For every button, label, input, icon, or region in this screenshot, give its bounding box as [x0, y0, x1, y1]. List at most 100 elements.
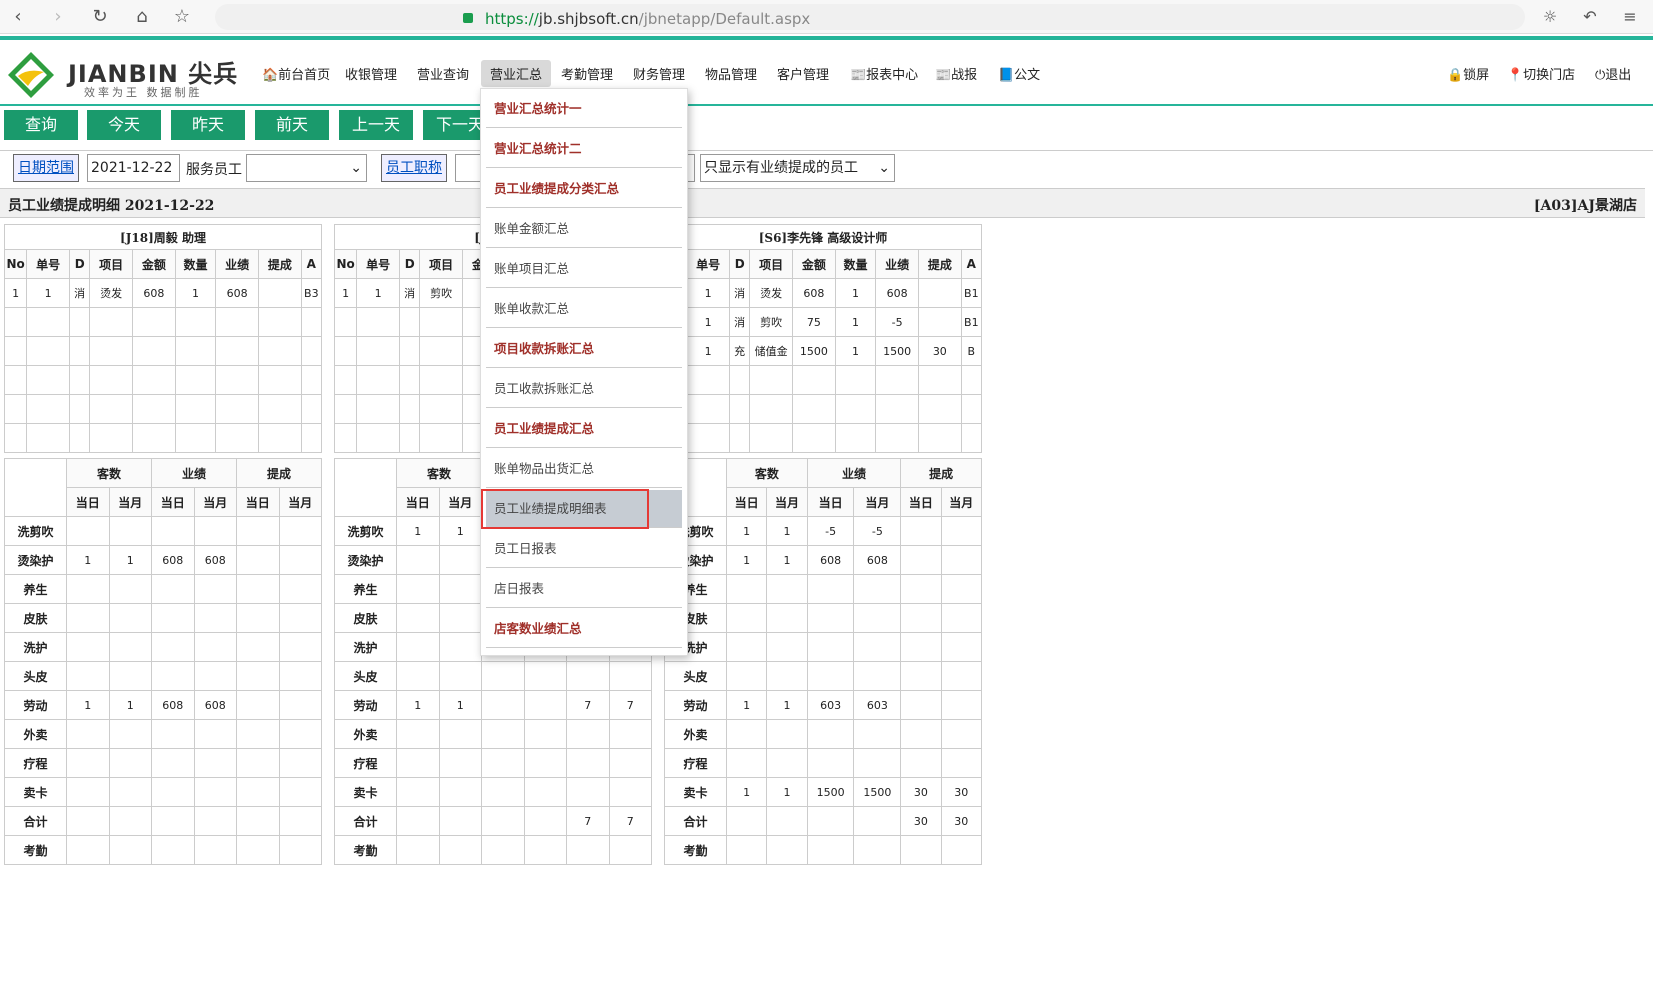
- detail-cell: [215, 365, 259, 395]
- detail-cell: B1: [960, 278, 983, 308]
- row-label: 合计: [4, 806, 67, 836]
- summary-cell: [66, 777, 110, 807]
- dropdown-item-8[interactable]: 员工业绩提成汇总: [486, 410, 682, 448]
- summary-cell: [608, 835, 652, 865]
- summary-cell: [108, 661, 152, 691]
- summary-cell: [940, 690, 983, 720]
- date-field[interactable]: 2021-12-22: [87, 154, 180, 182]
- settings-sun-icon[interactable]: ☼: [1540, 7, 1560, 27]
- dropdown-item-11[interactable]: 员工日报表: [486, 530, 682, 568]
- summary-cell: [66, 632, 110, 662]
- summary-cell: [66, 516, 110, 546]
- date-range-link[interactable]: 日期范围: [13, 154, 79, 182]
- summary-cell: [438, 719, 482, 749]
- dropdown-item-9[interactable]: 账单物品出货汇总: [486, 450, 682, 488]
- summary-cell: [236, 748, 280, 778]
- detail-cell: [419, 336, 463, 366]
- summary-cell: [900, 603, 942, 633]
- nav-item-2[interactable]: 营业查询: [417, 64, 469, 83]
- dropdown-item-2[interactable]: 员工业绩提成分类汇总: [486, 170, 682, 208]
- home-icon[interactable]: ⌂: [132, 7, 152, 27]
- summary-cell: [900, 545, 942, 575]
- nav-item-7[interactable]: 客户管理: [777, 64, 829, 83]
- toolbar-button-4[interactable]: 上一天: [339, 110, 413, 140]
- summary-cell: 1: [66, 545, 110, 575]
- brand-logo-icon: [8, 52, 54, 98]
- detail-cell: [333, 394, 358, 424]
- nav-item-8[interactable]: 📰报表中心: [850, 64, 918, 83]
- summary-cell: [236, 632, 280, 662]
- back-icon[interactable]: ‹: [8, 7, 28, 27]
- table-row: 考勤: [664, 835, 983, 865]
- detail-cell: [69, 365, 91, 395]
- nav-item-9[interactable]: 📰战报: [935, 64, 977, 83]
- detail-cell: 75: [792, 307, 836, 337]
- summary-cell: 1: [108, 690, 152, 720]
- menu-icon[interactable]: ≡: [1620, 7, 1640, 27]
- nav-item-6[interactable]: 物品管理: [705, 64, 757, 83]
- dropdown-item-1[interactable]: 营业汇总统计二: [486, 130, 682, 168]
- forward-icon[interactable]: ›: [48, 7, 68, 27]
- summary-cell: [108, 835, 152, 865]
- summary-cell: [608, 719, 652, 749]
- dropdown-item-6[interactable]: 项目收款拆账汇总: [486, 330, 682, 368]
- address-bar[interactable]: https://jb.shjbsoft.cn/jbnetapp/Default.…: [215, 4, 1525, 30]
- dropdown-item-5[interactable]: 账单收款汇总: [486, 290, 682, 328]
- summary-sub-header: 当月: [853, 487, 902, 517]
- detail-cell: [69, 394, 91, 424]
- table-row: [663, 423, 983, 453]
- row-label: 养生: [4, 574, 67, 604]
- summary-group-header: 提成: [236, 458, 322, 488]
- app-header: JIANBIN 尖兵 效率为王 数据制胜 🏠前台首页 收银管理 营业查询 营业汇总 考勤…: [0, 36, 1653, 106]
- summary-cell: 1: [108, 545, 152, 575]
- summary-cell: [806, 748, 855, 778]
- detail-cell: [686, 394, 731, 424]
- star-icon[interactable]: ☆: [172, 7, 192, 27]
- summary-cell: [853, 661, 902, 691]
- row-label: 考勤: [4, 835, 67, 865]
- undo-icon[interactable]: ↶: [1580, 7, 1600, 27]
- detail-cell: 1: [834, 336, 877, 366]
- toolbar-button-1[interactable]: 今天: [87, 110, 161, 140]
- dropdown-item-13[interactable]: 店客数业绩汇总: [486, 610, 682, 648]
- reload-icon[interactable]: ↻: [90, 7, 110, 27]
- summary-cell: [940, 661, 983, 691]
- nav-item-1[interactable]: 收银管理: [345, 64, 397, 83]
- summary-cell: [853, 748, 902, 778]
- detail-header: 金额: [132, 249, 176, 279]
- nav-item-4[interactable]: 考勤管理: [561, 64, 613, 83]
- summary-cell: [278, 719, 322, 749]
- nav-item-0[interactable]: 🏠前台首页: [262, 64, 330, 83]
- dropdown-item-12[interactable]: 店日报表: [486, 570, 682, 608]
- only-show-select[interactable]: 只显示有业绩提成的员工 ⌄: [700, 154, 895, 182]
- dropdown-item-4[interactable]: 账单项目汇总: [486, 250, 682, 288]
- toolbar-button-3[interactable]: 前天: [255, 110, 329, 140]
- nav-item-3[interactable]: 营业汇总: [481, 60, 552, 87]
- nav-right-0[interactable]: 🔒锁屏: [1447, 64, 1489, 83]
- nav-right-1[interactable]: 📍切换门店: [1507, 64, 1575, 83]
- detail-cell: 剪吹: [749, 307, 793, 337]
- summary-cell: [900, 516, 942, 546]
- row-label: 卖卡: [334, 777, 397, 807]
- summary-cell: [438, 806, 482, 836]
- table-row: 1 1 消烫发 608 1 608 B3: [3, 278, 323, 308]
- summary-cell: [236, 603, 280, 633]
- toolbar-button-2[interactable]: 昨天: [171, 110, 245, 140]
- nav-item-5[interactable]: 财务管理: [633, 64, 685, 83]
- summary-sub-header: 当月: [766, 487, 808, 517]
- dropdown-item-3[interactable]: 账单金额汇总: [486, 210, 682, 248]
- detail-cell: [257, 365, 302, 395]
- summary-cell: [396, 661, 440, 691]
- nav-right-2[interactable]: ⏻退出: [1595, 64, 1631, 83]
- dropdown-item-7[interactable]: 员工收款拆账汇总: [486, 370, 682, 408]
- summary-cell: [853, 574, 902, 604]
- nav-item-10[interactable]: 📘公文: [998, 64, 1040, 83]
- staff-select[interactable]: ⌄: [246, 154, 367, 182]
- dropdown-item-0[interactable]: 营业汇总统计一: [486, 90, 682, 128]
- detail-header: 数量: [174, 249, 217, 279]
- staff-title-link[interactable]: 员工职称: [381, 154, 447, 182]
- summary-sub-header: 当日: [66, 487, 110, 517]
- toolbar-button-0[interactable]: 查询: [4, 110, 78, 140]
- summary-cell: [806, 835, 855, 865]
- summary-cell: 1500: [806, 777, 855, 807]
